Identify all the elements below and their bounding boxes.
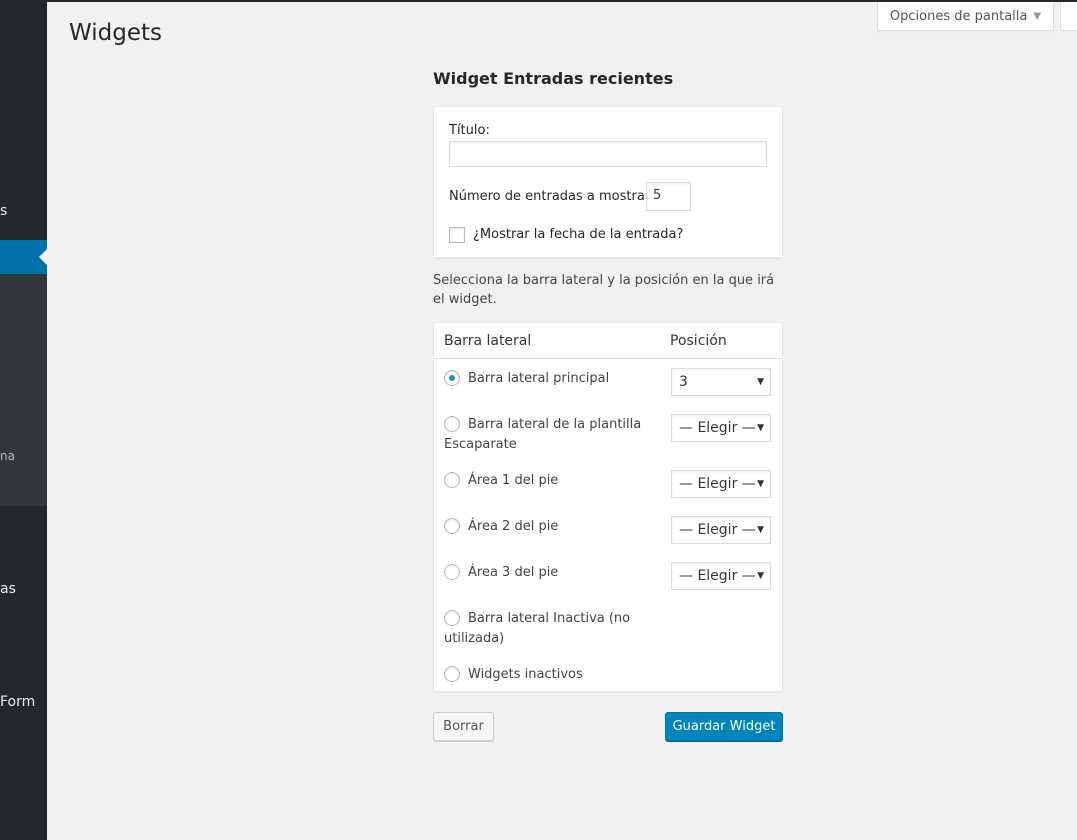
- sidebar-option-label[interactable]: Área 3 del pie: [444, 563, 659, 583]
- caret-down-icon: ▼: [757, 571, 764, 581]
- screen-options-button[interactable]: Opciones de pantalla ▼: [877, 2, 1054, 31]
- sidebar-option-label[interactable]: Barra lateral Inactiva (no utilizada): [444, 609, 659, 649]
- column-header-sidebar: Barra lateral: [444, 333, 532, 349]
- position-select[interactable]: 3 ▼: [671, 368, 771, 396]
- show-date-checkbox[interactable]: [449, 227, 465, 243]
- position-select-value: 3: [679, 374, 688, 390]
- sidebar-option-label[interactable]: Barra lateral principal: [444, 369, 659, 389]
- number-label: Número de entradas a mostrar:: [449, 189, 655, 204]
- position-select[interactable]: — Elegir — ▼: [671, 562, 771, 590]
- sidebar-subitem-fragment[interactable]: na: [0, 449, 15, 463]
- title-label: Título:: [449, 123, 490, 138]
- admin-sidebar: s na as Form: [0, 0, 47, 840]
- caret-down-icon: ▼: [757, 525, 764, 535]
- title-input[interactable]: [449, 141, 767, 167]
- caret-down-icon: ▼: [1033, 10, 1042, 22]
- placement-description: Selecciona la barra lateral y la posició…: [433, 273, 775, 307]
- help-tab[interactable]: [1060, 2, 1077, 31]
- screen-options-label: Opciones de pantalla: [889, 8, 1028, 24]
- sidebar-option-label[interactable]: Área 1 del pie: [444, 471, 659, 491]
- column-header-position: Posición: [670, 333, 727, 349]
- position-select-value: — Elegir —: [679, 522, 756, 538]
- delete-button[interactable]: Borrar: [433, 712, 494, 741]
- caret-down-icon: ▼: [757, 479, 764, 489]
- position-select-value: — Elegir —: [679, 568, 756, 584]
- position-select[interactable]: — Elegir — ▼: [671, 414, 771, 442]
- position-select[interactable]: — Elegir — ▼: [671, 516, 771, 544]
- active-item-arrow: [39, 249, 47, 265]
- save-widget-button[interactable]: Guardar Widget: [665, 712, 783, 741]
- position-select-value: — Elegir —: [679, 476, 756, 492]
- widget-settings-panel: Título: Número de entradas a mostrar: 5 …: [433, 106, 783, 258]
- caret-down-icon: ▼: [757, 377, 764, 387]
- position-select-value: — Elegir —: [679, 420, 756, 436]
- sidebar-placement-table: Barra lateral Posición Barra lateral pri…: [433, 322, 783, 692]
- sidebar-item-fragment[interactable]: s: [0, 203, 7, 219]
- sidebar-item-fragment[interactable]: as: [0, 581, 16, 597]
- caret-down-icon: ▼: [757, 423, 764, 433]
- position-select[interactable]: — Elegir — ▼: [671, 470, 771, 498]
- show-date-label[interactable]: ¿Mostrar la fecha de la entrada?: [473, 227, 683, 242]
- sidebar-option-label[interactable]: Barra lateral de la plantilla Escaparate: [444, 415, 659, 455]
- sidebar-submenu: [0, 274, 47, 506]
- header-divider: [434, 358, 782, 359]
- number-input[interactable]: 5: [646, 182, 691, 211]
- sidebar-option-label[interactable]: Área 2 del pie: [444, 517, 659, 537]
- sidebar-option-label[interactable]: Widgets inactivos: [444, 665, 659, 685]
- widget-heading: Widget Entradas recientes: [433, 69, 674, 88]
- sidebar-item-fragment[interactable]: Form: [0, 694, 35, 710]
- page-title: Widgets: [69, 20, 162, 46]
